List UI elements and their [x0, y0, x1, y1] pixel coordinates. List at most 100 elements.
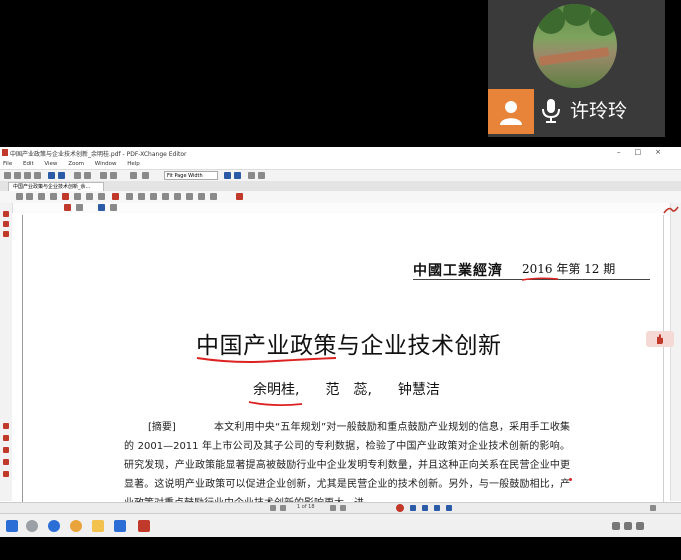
- measure-icon[interactable]: [198, 193, 205, 200]
- annotation-hand-button[interactable]: [646, 331, 674, 347]
- page-indicator[interactable]: 1 of 18: [297, 504, 315, 510]
- heart-stamp-icon[interactable]: [236, 193, 243, 200]
- maximize-button[interactable]: □: [635, 148, 656, 156]
- zoom-out-button-icon[interactable]: [234, 172, 241, 179]
- arrow-icon[interactable]: [138, 193, 145, 200]
- browser-icon[interactable]: [48, 520, 60, 532]
- annotation-pen-icon[interactable]: [663, 205, 679, 215]
- author-list: 余明桂, 范 蕊, 钟慧洁: [253, 379, 466, 399]
- next-page-icon[interactable]: [330, 505, 336, 511]
- zoom-in-icon[interactable]: [100, 172, 107, 179]
- marker-icon[interactable]: [3, 447, 9, 453]
- input-method-icon[interactable]: [636, 522, 644, 530]
- author-name: 范 蕊,: [325, 382, 372, 398]
- participant-name: 许玲玲: [570, 100, 628, 122]
- menu-bar: File Edit View Zoom Window Help: [0, 159, 681, 169]
- zoom-fit-icon[interactable]: [650, 505, 656, 511]
- zoom-out-icon[interactable]: [110, 172, 117, 179]
- snap-icon[interactable]: [98, 204, 105, 211]
- bookmark-icon[interactable]: [3, 211, 9, 217]
- rotate-icon[interactable]: [142, 172, 149, 179]
- hand-tool-icon[interactable]: [74, 172, 81, 179]
- screen-bottom-border: [0, 537, 681, 560]
- pdf-app-icon[interactable]: [138, 520, 150, 532]
- undo-icon[interactable]: [48, 172, 55, 179]
- attach-icon[interactable]: [210, 193, 217, 200]
- chat-status-icon[interactable]: [446, 505, 452, 511]
- title-ink-underline: [196, 357, 337, 363]
- menu-view[interactable]: View: [44, 161, 57, 167]
- vertical-scrollbar[interactable]: [663, 203, 681, 501]
- email-icon[interactable]: [34, 172, 41, 179]
- window-controls[interactable]: –□×: [617, 148, 675, 156]
- microphone-icon[interactable]: [540, 97, 562, 129]
- meeting-app-icon[interactable]: [114, 520, 126, 532]
- layers-icon[interactable]: [3, 231, 9, 237]
- video-call-tile[interactable]: 许玲玲: [488, 0, 665, 137]
- prev-page-icon[interactable]: [280, 505, 286, 511]
- pen-tool-icon[interactable]: [62, 193, 69, 200]
- oval-icon[interactable]: [162, 193, 169, 200]
- abstract-label: [摘要]: [148, 422, 176, 433]
- share-icon[interactable]: [410, 505, 416, 511]
- redo-icon[interactable]: [58, 172, 65, 179]
- save-icon[interactable]: [14, 172, 21, 179]
- taskbar: [0, 513, 681, 538]
- journal-issue: 2016 年第 12 期: [522, 262, 616, 276]
- folder-icon[interactable]: [92, 520, 104, 532]
- author-name: 余明桂,: [253, 382, 300, 398]
- cloud-icon[interactable]: [186, 193, 193, 200]
- text-tool-icon[interactable]: [16, 193, 23, 200]
- polygon-icon[interactable]: [174, 193, 181, 200]
- select-text-icon[interactable]: [84, 172, 91, 179]
- menu-window[interactable]: Window: [95, 161, 117, 167]
- stamp-icon[interactable]: [50, 193, 57, 200]
- search-icon[interactable]: [26, 520, 38, 532]
- highlighter-icon[interactable]: [3, 459, 9, 465]
- print-icon[interactable]: [24, 172, 31, 179]
- rectangle-icon[interactable]: [150, 193, 157, 200]
- pen-icon[interactable]: [3, 435, 9, 441]
- menu-zoom[interactable]: Zoom: [68, 161, 84, 167]
- line-icon[interactable]: [126, 193, 133, 200]
- underline-icon[interactable]: [86, 193, 93, 200]
- fit-page-icon[interactable]: [130, 172, 137, 179]
- menu-edit[interactable]: Edit: [23, 161, 34, 167]
- app-logo-icon: [2, 149, 8, 156]
- line-color-icon[interactable]: [64, 204, 71, 211]
- document-tab[interactable]: 中国产业政策与企业技术创新_余...: [8, 182, 104, 191]
- close-button[interactable]: ×: [655, 148, 675, 156]
- abstract-text: 本文利用中央“五年规划”对一般鼓励和重点鼓励产业规划的信息，采用手工收集的 20…: [124, 422, 570, 509]
- comment-icon[interactable]: [38, 193, 45, 200]
- single-page-icon[interactable]: [248, 172, 255, 179]
- typewriter-icon[interactable]: [26, 193, 33, 200]
- mic-status-icon[interactable]: [422, 505, 428, 511]
- title-bar: 中国产业政策与企业技术创新_余明桂.pdf - PDF-XChange Edit…: [0, 147, 681, 159]
- menu-file[interactable]: File: [3, 161, 12, 167]
- strikeout-icon[interactable]: [98, 193, 105, 200]
- chrome-icon[interactable]: [70, 520, 82, 532]
- last-page-icon[interactable]: [340, 505, 346, 511]
- zoom-select[interactable]: Fit Page Width: [164, 171, 218, 180]
- thumbnail-icon[interactable]: [3, 221, 9, 227]
- volume-icon[interactable]: [624, 522, 632, 530]
- heart-icon[interactable]: [3, 423, 9, 429]
- author-ink-underline: [248, 401, 303, 407]
- menu-help[interactable]: Help: [127, 161, 140, 167]
- ink-dot: [569, 478, 572, 481]
- opacity-icon[interactable]: [110, 204, 117, 211]
- first-page-icon[interactable]: [270, 505, 276, 511]
- camera-status-icon[interactable]: [434, 505, 440, 511]
- start-icon[interactable]: [6, 520, 18, 532]
- eraser-side-icon[interactable]: [3, 471, 9, 477]
- person-icon: [488, 89, 534, 134]
- minimize-button[interactable]: –: [617, 148, 635, 156]
- network-icon[interactable]: [612, 522, 620, 530]
- eraser-icon[interactable]: [112, 193, 119, 200]
- continuous-page-icon[interactable]: [258, 172, 265, 179]
- open-icon[interactable]: [4, 172, 11, 179]
- recording-icon[interactable]: [396, 504, 404, 512]
- line-width-icon[interactable]: [76, 204, 83, 211]
- zoom-in-button-icon[interactable]: [224, 172, 231, 179]
- highlight-icon[interactable]: [74, 193, 81, 200]
